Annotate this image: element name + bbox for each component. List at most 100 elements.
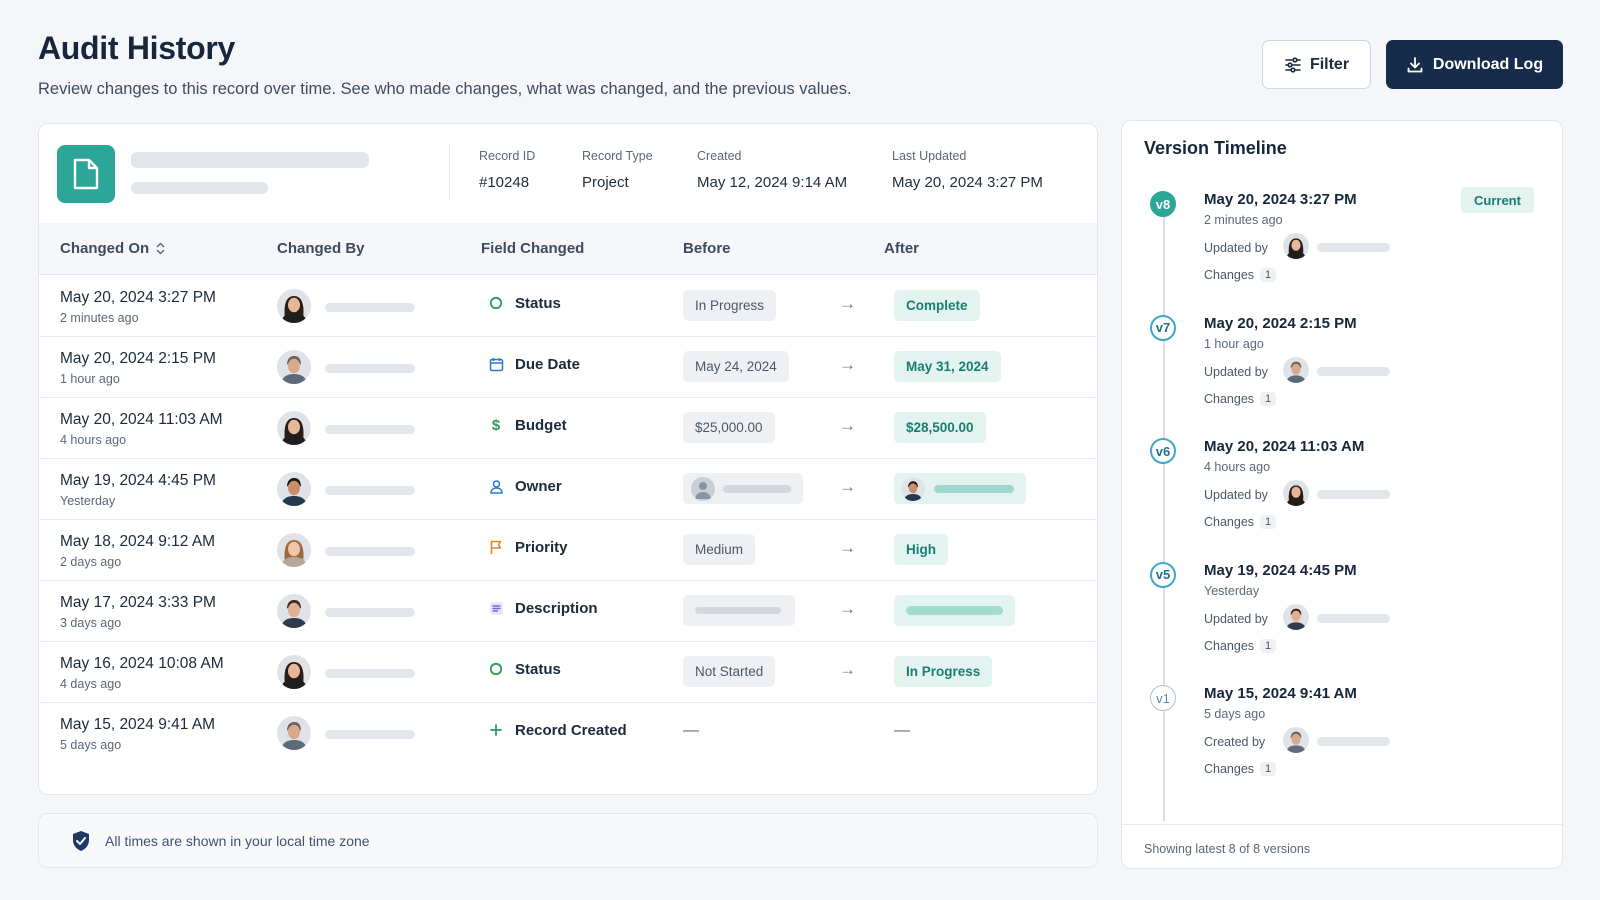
user-name-placeholder — [325, 364, 415, 373]
column-field-changed: Field Changed — [481, 240, 585, 257]
timeline-version[interactable]: v6 May 20, 2024 11:03 AM 4 hours ago Upd… — [1150, 438, 1550, 548]
timeline-version[interactable]: v8 May 20, 2024 3:27 PM Current 2 minute… — [1150, 187, 1550, 301]
change-relative-time: 1 hour ago — [60, 372, 120, 386]
version-date: May 20, 2024 11:03 AM — [1204, 438, 1365, 455]
avatar — [277, 472, 311, 506]
field-changed: Description — [487, 599, 598, 617]
change-date: May 16, 2024 10:08 AM — [60, 655, 224, 672]
changed-on: May 16, 2024 10:08 AM 4 days ago — [60, 655, 224, 691]
timeline-version[interactable]: v5 May 19, 2024 4:45 PM Yesterday Update… — [1150, 561, 1550, 672]
plus-icon — [487, 721, 505, 739]
change-date: May 20, 2024 11:03 AM — [60, 411, 223, 428]
field-name: Owner — [515, 477, 562, 495]
field-changed: Record Created — [487, 721, 627, 739]
arrow-right-icon: → — [839, 599, 856, 618]
before-description — [683, 595, 795, 626]
status-circle-icon — [487, 660, 505, 678]
column-after: After — [884, 240, 920, 257]
before-owner-name-placeholder — [723, 484, 791, 493]
after-owner — [894, 473, 1026, 504]
field-name: Priority — [515, 538, 568, 556]
version-changes: Changes 1 — [1204, 391, 1277, 406]
arrow-right-icon: → — [839, 660, 856, 679]
filter-button[interactable]: Filter — [1262, 40, 1371, 89]
timeline-version[interactable]: v7 May 20, 2024 2:15 PM 1 hour ago Updat… — [1150, 314, 1550, 425]
version-timeline-card: Version Timeline v8 May 20, 2024 3:27 PM… — [1121, 120, 1563, 869]
version-relative-time: 2 minutes ago — [1204, 213, 1283, 227]
field-changed: Due Date — [487, 355, 580, 373]
user-name-placeholder — [325, 303, 415, 312]
changed-on: May 20, 2024 11:03 AM 4 hours ago — [60, 411, 223, 447]
field-name: Status — [515, 294, 561, 312]
user-name-placeholder — [325, 486, 415, 495]
table-row[interactable]: May 15, 2024 9:41 AM 5 days ago Record C… — [39, 702, 1097, 764]
field-name: Budget — [515, 416, 567, 434]
changes-label: Changes — [1204, 638, 1255, 653]
change-relative-time: 5 days ago — [60, 738, 122, 752]
timeline-footer: Showing latest 8 of 8 versions — [1122, 824, 1562, 869]
changes-count: 1 — [1260, 268, 1277, 282]
user-icon — [487, 477, 505, 495]
divider — [449, 144, 450, 200]
user-name-placeholder — [325, 669, 415, 678]
user-name-placeholder — [325, 425, 415, 434]
after-value: $28,500.00 — [894, 412, 986, 443]
version-date: May 20, 2024 2:15 PM — [1204, 314, 1357, 332]
changed-on: May 18, 2024 9:12 AM 2 days ago — [60, 533, 215, 569]
avatar — [901, 476, 925, 501]
table-row[interactable]: May 19, 2024 4:45 PM Yesterday Owner → — [39, 458, 1097, 520]
arrow-right-icon: → — [839, 477, 856, 496]
change-relative-time: 2 days ago — [60, 555, 122, 569]
table-header: Changed On Changed By Field Changed Befo… — [39, 223, 1097, 275]
user-name-placeholder — [1317, 243, 1390, 252]
change-relative-time: Yesterday — [60, 494, 116, 508]
svg-text:$: $ — [492, 417, 501, 433]
calendar-icon — [487, 355, 505, 373]
placeholder-avatar-icon — [691, 476, 715, 501]
version-by-label: Created by — [1204, 735, 1266, 749]
changes-label: Changes — [1204, 391, 1255, 406]
version-changes: Changes 1 — [1204, 762, 1277, 776]
field-changed: $ Budget — [487, 416, 567, 434]
timeline-version[interactable]: v1 May 15, 2024 9:41 AM 5 days ago Creat… — [1150, 685, 1550, 795]
changes-label: Changes — [1204, 268, 1255, 282]
change-date: May 20, 2024 3:27 PM — [60, 289, 216, 306]
after-description — [894, 595, 1015, 626]
field-changed: Status — [487, 660, 561, 678]
page-title: Audit History — [38, 30, 235, 66]
change-date: May 17, 2024 3:33 PM — [60, 594, 216, 611]
user-name-placeholder — [325, 730, 415, 739]
column-changed-on[interactable]: Changed On — [60, 240, 165, 257]
before-owner — [683, 473, 803, 504]
download-log-button[interactable]: Download Log — [1386, 40, 1563, 89]
after-value: High — [894, 534, 948, 565]
version-changes: Changes 1 — [1204, 638, 1277, 653]
version-date: May 20, 2024 3:27 PM — [1204, 191, 1357, 208]
table-row[interactable]: May 20, 2024 11:03 AM 4 hours ago $ Budg… — [39, 397, 1097, 459]
version-badge: v1 — [1150, 685, 1176, 711]
before-value: In Progress — [683, 290, 777, 321]
table-row[interactable]: May 20, 2024 2:15 PM 1 hour ago Due Date… — [39, 336, 1097, 398]
audit-table-card: Record ID #10248 Record Type Project Cre… — [38, 123, 1098, 795]
changes-label: Changes — [1204, 515, 1255, 529]
user-name-placeholder — [1317, 737, 1390, 746]
download-icon — [1407, 56, 1423, 72]
changed-on: May 15, 2024 9:41 AM 5 days ago — [60, 716, 215, 752]
changed-on: May 20, 2024 2:15 PM 1 hour ago — [60, 350, 216, 386]
table-row[interactable]: May 17, 2024 3:33 PM 3 days ago Descript… — [39, 580, 1097, 642]
after-value: — — [894, 722, 910, 739]
table-row[interactable]: May 16, 2024 10:08 AM 4 days ago Status … — [39, 641, 1097, 703]
table-row[interactable]: May 18, 2024 9:12 AM 2 days ago Priority… — [39, 519, 1097, 581]
before-value: — — [683, 722, 699, 739]
version-badge: v5 — [1150, 561, 1176, 588]
table-row[interactable]: May 20, 2024 3:27 PM 2 minutes ago Statu… — [39, 275, 1097, 337]
version-relative-time: Yesterday — [1204, 583, 1260, 598]
after-description-placeholder — [906, 606, 1003, 615]
avatar — [277, 655, 311, 689]
page-subtitle: Review changes to this record over time.… — [38, 80, 852, 98]
record-last-updated-label: Last Updated — [892, 149, 967, 163]
change-date: May 15, 2024 9:41 AM — [60, 716, 216, 733]
change-relative-time: 4 hours ago — [60, 433, 127, 447]
column-before: Before — [683, 240, 731, 257]
record-title-placeholder — [131, 152, 369, 168]
